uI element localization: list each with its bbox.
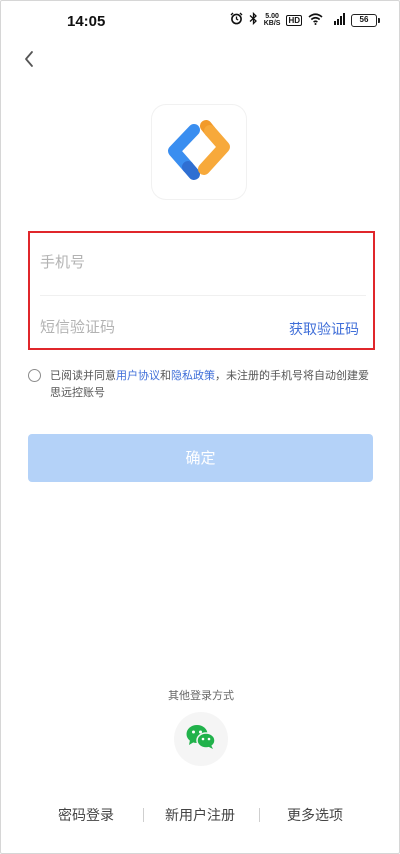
register-link[interactable]: 新用户注册 xyxy=(165,805,235,825)
agreement-and: 和 xyxy=(160,369,171,382)
bottom-nav: 密码登录 新用户注册 更多选项 xyxy=(1,801,399,829)
back-button[interactable] xyxy=(17,49,41,73)
app-logo xyxy=(152,105,246,199)
network-speed: 5.00 KB/S xyxy=(264,13,281,27)
sms-code-input[interactable] xyxy=(40,305,270,349)
speed-unit: KB/S xyxy=(263,20,281,27)
hd-badge: HD xyxy=(286,14,302,26)
login-input-group: 获取验证码 xyxy=(28,231,375,350)
screen: 14:05 5.00 KB/S HD 56 手机号 短信验证码 获取验证码 已阅… xyxy=(0,0,400,854)
field-divider xyxy=(40,295,366,296)
wechat-icon xyxy=(185,723,217,755)
battery-indicator: 56 xyxy=(351,13,380,27)
agreement-text: 已阅读并同意用户协议和隐私政策，未注册的手机号将自动创建爱思远控账号 xyxy=(50,367,376,401)
agreement-checkbox[interactable] xyxy=(28,369,41,382)
confirm-button[interactable]: 确定 xyxy=(28,434,373,482)
bottom-separator xyxy=(143,808,144,822)
privacy-policy-link[interactable]: 隐私政策 xyxy=(171,369,215,382)
get-code-button[interactable]: 获取验证码 xyxy=(289,319,359,339)
wifi-icon xyxy=(308,12,323,28)
agreement-prefix: 已阅读并同意 xyxy=(50,369,116,382)
status-bar: 14:05 5.00 KB/S HD 56 xyxy=(1,1,399,43)
cellular-signal-icon xyxy=(329,12,345,28)
phone-number-input[interactable] xyxy=(40,239,366,285)
more-options-link[interactable]: 更多选项 xyxy=(287,805,343,825)
back-arrow-icon xyxy=(23,50,35,72)
speed-value: 5.00 xyxy=(265,13,279,20)
other-login-title: 其他登录方式 xyxy=(168,689,234,702)
alarm-icon xyxy=(230,12,243,28)
bluetooth-icon xyxy=(249,11,258,28)
password-login-link[interactable]: 密码登录 xyxy=(58,805,114,825)
user-agreement-link[interactable]: 用户协议 xyxy=(116,369,160,382)
status-time: 14:05 xyxy=(67,13,106,30)
app-logo-icon xyxy=(152,105,246,203)
wechat-login-button[interactable] xyxy=(174,712,228,766)
status-icons: 5.00 KB/S HD 56 xyxy=(230,11,380,28)
bottom-separator xyxy=(259,808,260,822)
